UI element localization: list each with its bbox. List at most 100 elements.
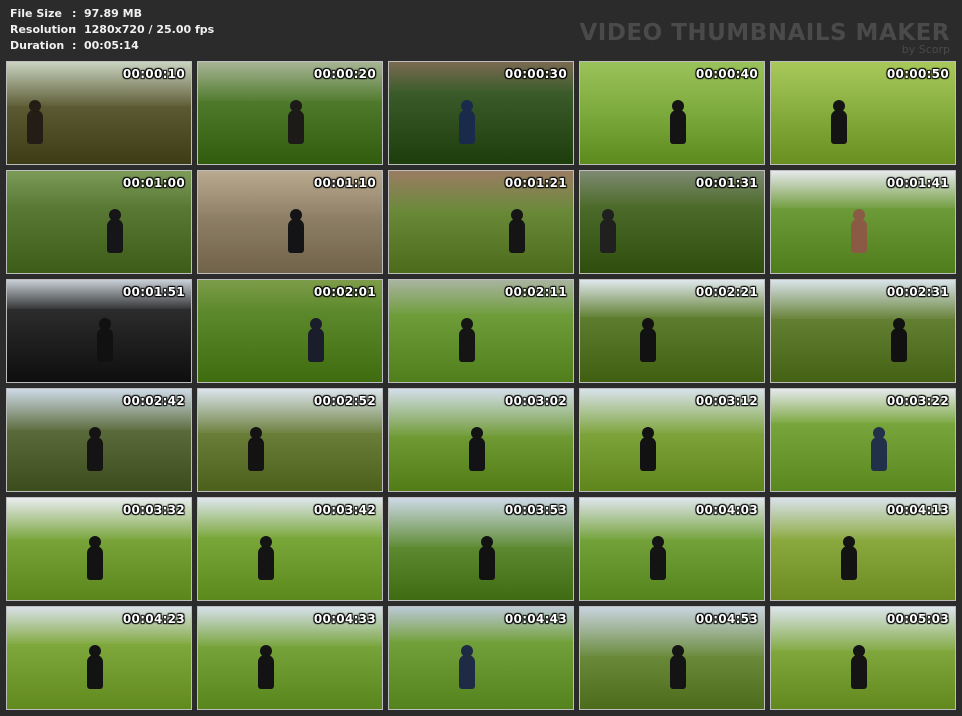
timestamp-label: 00:04:03 — [695, 503, 758, 517]
figure-silhouette — [258, 536, 274, 580]
figure-head — [672, 100, 684, 112]
figure-silhouette — [258, 645, 274, 689]
thumbnail-tile[interactable]: 00:00:20 — [197, 61, 383, 165]
timestamp-label: 00:01:31 — [695, 176, 758, 190]
thumbnail-tile[interactable]: 00:03:42 — [197, 497, 383, 601]
thumbnail-tile[interactable]: 00:00:50 — [770, 61, 956, 165]
timestamp-label: 00:04:13 — [886, 503, 949, 517]
thumbnail-tile[interactable]: 00:02:42 — [6, 388, 192, 492]
thumbnail-tile[interactable]: 00:02:01 — [197, 279, 383, 383]
figure-silhouette — [459, 318, 475, 362]
thumbnail-tile[interactable]: 00:01:41 — [770, 170, 956, 274]
thumbnail-tile[interactable]: 00:03:02 — [388, 388, 574, 492]
thumbnail-ground — [771, 110, 955, 164]
figure-silhouette — [459, 645, 475, 689]
figure-head — [29, 100, 41, 112]
thumbnail-tile[interactable]: 00:01:31 — [579, 170, 765, 274]
figure-silhouette — [87, 427, 103, 471]
file-info-panel: File Size : 97.89 MB Resolution : 1280x7… — [10, 6, 214, 54]
thumbnail-ground — [389, 640, 573, 709]
thumbnail-ground — [198, 645, 382, 709]
duration-value: 00:05:14 — [84, 39, 139, 52]
thumbnail-tile[interactable]: 00:02:21 — [579, 279, 765, 383]
duration-separator: : — [72, 39, 77, 52]
figure-silhouette — [479, 536, 495, 580]
figure-silhouette — [27, 100, 43, 144]
thumbnail-ground — [389, 90, 573, 164]
thumbnail-tile[interactable]: 00:04:33 — [197, 606, 383, 710]
figure-head — [853, 209, 865, 221]
resolution-row: Resolution : 1280x720 / 25.00 fps — [10, 22, 214, 38]
thumbnail-tile[interactable]: 00:03:53 — [388, 497, 574, 601]
thumbnail-ground — [580, 538, 764, 600]
thumbnail-tile[interactable]: 00:04:03 — [579, 497, 765, 601]
figure-head — [89, 645, 101, 657]
figure-silhouette — [831, 100, 847, 144]
figure-head — [843, 536, 855, 548]
timestamp-label: 00:01:21 — [504, 176, 567, 190]
file-size-value: 97.89 MB — [84, 7, 142, 20]
resolution-value: 1280x720 / 25.00 fps — [84, 23, 215, 36]
figure-head — [109, 209, 121, 221]
figure-silhouette — [600, 209, 616, 253]
thumbnail-ground — [198, 536, 382, 600]
file-size-row: File Size : 97.89 MB — [10, 6, 214, 22]
figure-silhouette — [288, 100, 304, 144]
timestamp-label: 00:02:42 — [122, 394, 185, 408]
figure-head — [461, 100, 473, 112]
figure-silhouette — [851, 645, 867, 689]
timestamp-label: 00:04:33 — [313, 612, 376, 626]
figure-silhouette — [469, 427, 485, 471]
figure-silhouette — [308, 318, 324, 362]
thumbnail-tile[interactable]: 00:03:32 — [6, 497, 192, 601]
timestamp-label: 00:02:52 — [313, 394, 376, 408]
thumbnail-ground — [580, 432, 764, 491]
timestamp-label: 00:02:31 — [886, 285, 949, 299]
figure-head — [642, 318, 654, 330]
thumbnail-tile[interactable]: 00:01:00 — [6, 170, 192, 274]
figure-head — [602, 209, 614, 221]
thumbnail-tile[interactable]: 00:02:11 — [388, 279, 574, 383]
timestamp-label: 00:04:43 — [504, 612, 567, 626]
figure-head — [250, 427, 262, 439]
timestamp-label: 00:00:50 — [886, 67, 949, 81]
thumbnail-ground — [771, 422, 955, 491]
thumbnail-tile[interactable]: 00:00:10 — [6, 61, 192, 165]
thumbnail-tile[interactable]: 00:04:53 — [579, 606, 765, 710]
figure-head — [652, 536, 664, 548]
timestamp-label: 00:00:10 — [122, 67, 185, 81]
file-size-separator: : — [72, 7, 77, 20]
thumbnail-tile[interactable]: 00:04:13 — [770, 497, 956, 601]
thumbnail-tile[interactable]: 00:02:31 — [770, 279, 956, 383]
thumbnail-tile[interactable]: 00:00:40 — [579, 61, 765, 165]
timestamp-label: 00:03:42 — [313, 503, 376, 517]
thumbnail-ground — [198, 308, 382, 382]
figure-silhouette — [650, 536, 666, 580]
thumbnail-tile[interactable]: 00:01:51 — [6, 279, 192, 383]
timestamp-label: 00:03:02 — [504, 394, 567, 408]
figure-silhouette — [459, 100, 475, 144]
thumbnail-tile[interactable]: 00:04:43 — [388, 606, 574, 710]
figure-silhouette — [87, 536, 103, 580]
figure-silhouette — [640, 318, 656, 362]
figure-head — [89, 536, 101, 548]
thumbnail-ground — [389, 313, 573, 382]
thumbnail-tile[interactable]: 00:01:21 — [388, 170, 574, 274]
thumbnail-tile[interactable]: 00:02:52 — [197, 388, 383, 492]
thumbnail-tile[interactable]: 00:01:10 — [197, 170, 383, 274]
thumbnail-ground — [580, 316, 764, 382]
resolution-label: Resolution — [10, 23, 77, 36]
thumbnail-tile[interactable]: 00:04:23 — [6, 606, 192, 710]
figure-head — [481, 536, 493, 548]
thumbnail-tile[interactable]: 00:00:30 — [388, 61, 574, 165]
figure-head — [642, 427, 654, 439]
figure-silhouette — [851, 209, 867, 253]
thumbnail-tile[interactable]: 00:03:12 — [579, 388, 765, 492]
thumbnail-tile[interactable]: 00:03:22 — [770, 388, 956, 492]
figure-silhouette — [640, 427, 656, 471]
thumbnail-tile[interactable]: 00:05:03 — [770, 606, 956, 710]
figure-head — [833, 100, 845, 112]
figure-silhouette — [288, 209, 304, 253]
timestamp-label: 00:05:03 — [886, 612, 949, 626]
figure-head — [511, 209, 523, 221]
